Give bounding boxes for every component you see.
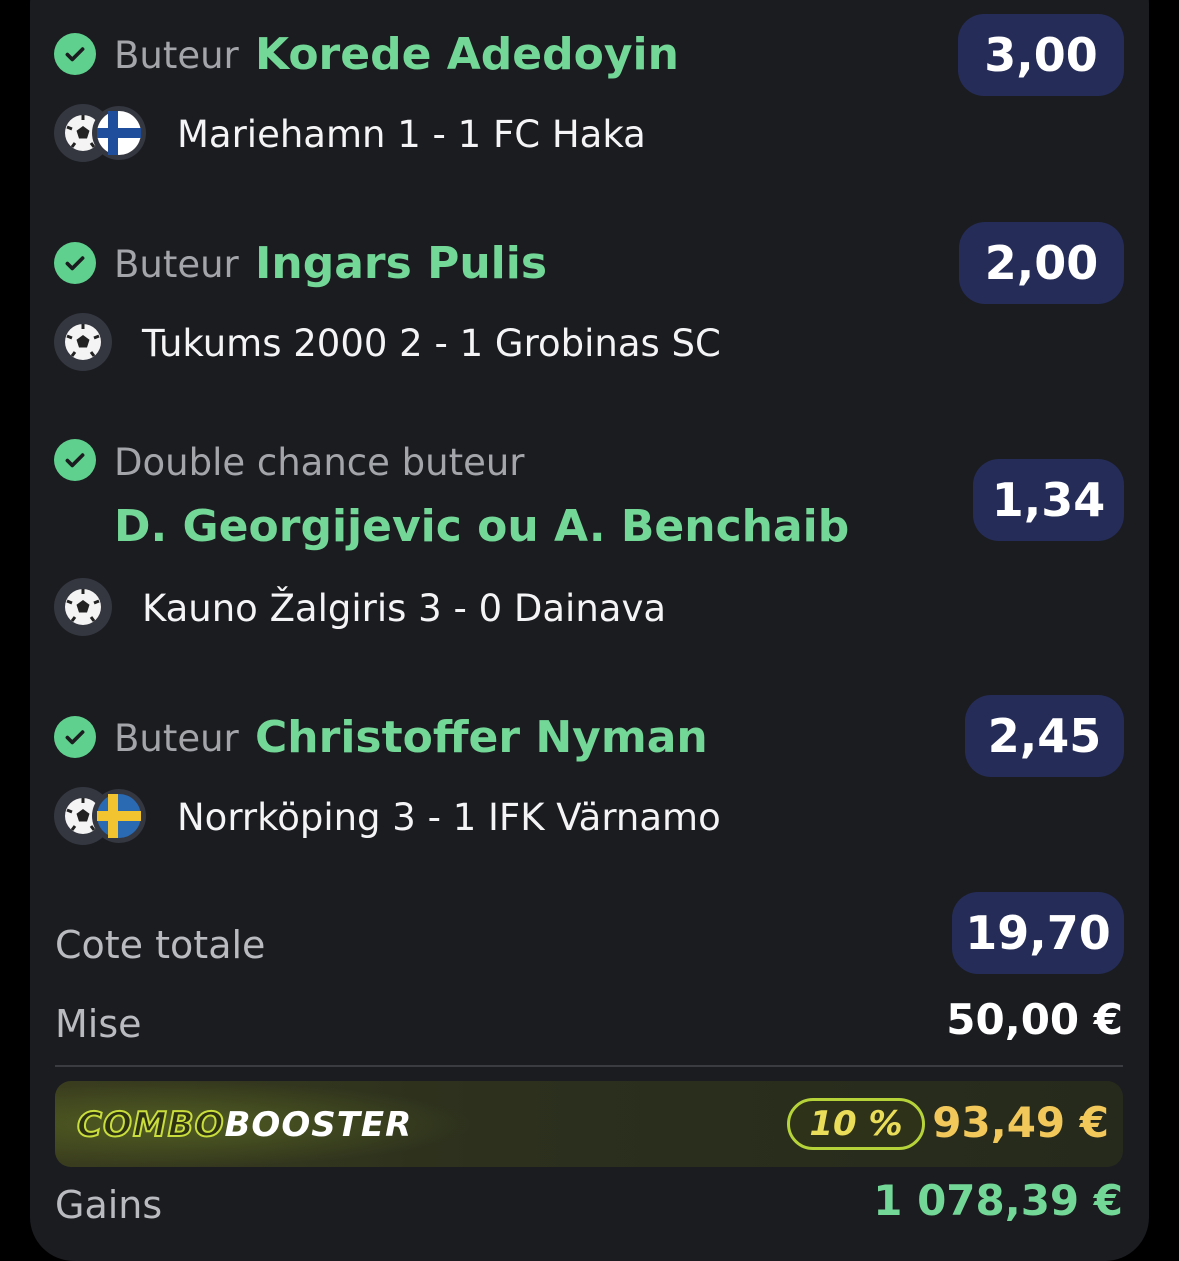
market-label: Buteur [114,243,239,286]
market-label: Double chance buteur [114,441,525,484]
combo-booster-banner: COMBOBOOSTER 10 % 93,49 € [55,1081,1123,1167]
match-result: Norrköping 3 - 1 IFK Värnamo [177,796,721,839]
check-icon [54,242,96,284]
bet-slip-card [30,0,1149,1261]
selection-name: Christoffer Nyman [255,712,708,763]
odds-badge: 3,00 [958,14,1124,96]
finland-flag-icon [92,106,146,160]
combo-booster-logo: COMBOBOOSTER [76,1104,413,1146]
logo-combo-text: COMBO [76,1104,225,1146]
sweden-flag-icon [92,789,146,843]
selection-name: D. Georgijevic ou A. Benchaib [114,501,850,552]
market-label: Buteur [114,34,239,77]
booster-percent-badge: 10 % [787,1098,925,1150]
match-icons [54,104,154,164]
check-icon [54,439,96,481]
odds-badge: 1,34 [973,459,1124,541]
soccer-ball-icon [54,313,112,371]
total-odds-badge: 19,70 [952,892,1124,974]
booster-amount: 93,49 € [932,1098,1109,1147]
market-label: Buteur [114,717,239,760]
total-odds-label: Cote totale [55,923,266,967]
odds-badge: 2,00 [959,222,1124,304]
check-icon [54,33,96,75]
match-icons [54,787,154,847]
match-result: Kauno Žalgiris 3 - 0 Dainava [142,587,667,630]
gains-value: 1 078,39 € [873,1176,1123,1225]
odds-badge: 2,45 [965,695,1124,777]
selection-name: Ingars Pulis [255,238,548,289]
gains-label: Gains [55,1183,163,1227]
selection-name: Korede Adedoyin [255,29,679,80]
stake-value: 50,00 € [946,995,1123,1044]
match-result: Tukums 2000 2 - 1 Grobinas SC [142,322,721,365]
stake-label: Mise [55,1002,142,1046]
logo-booster-text: BOOSTER [224,1105,413,1145]
match-result: Mariehamn 1 - 1 FC Haka [177,113,646,156]
divider [55,1065,1123,1067]
check-icon [54,716,96,758]
soccer-ball-icon [54,578,112,636]
